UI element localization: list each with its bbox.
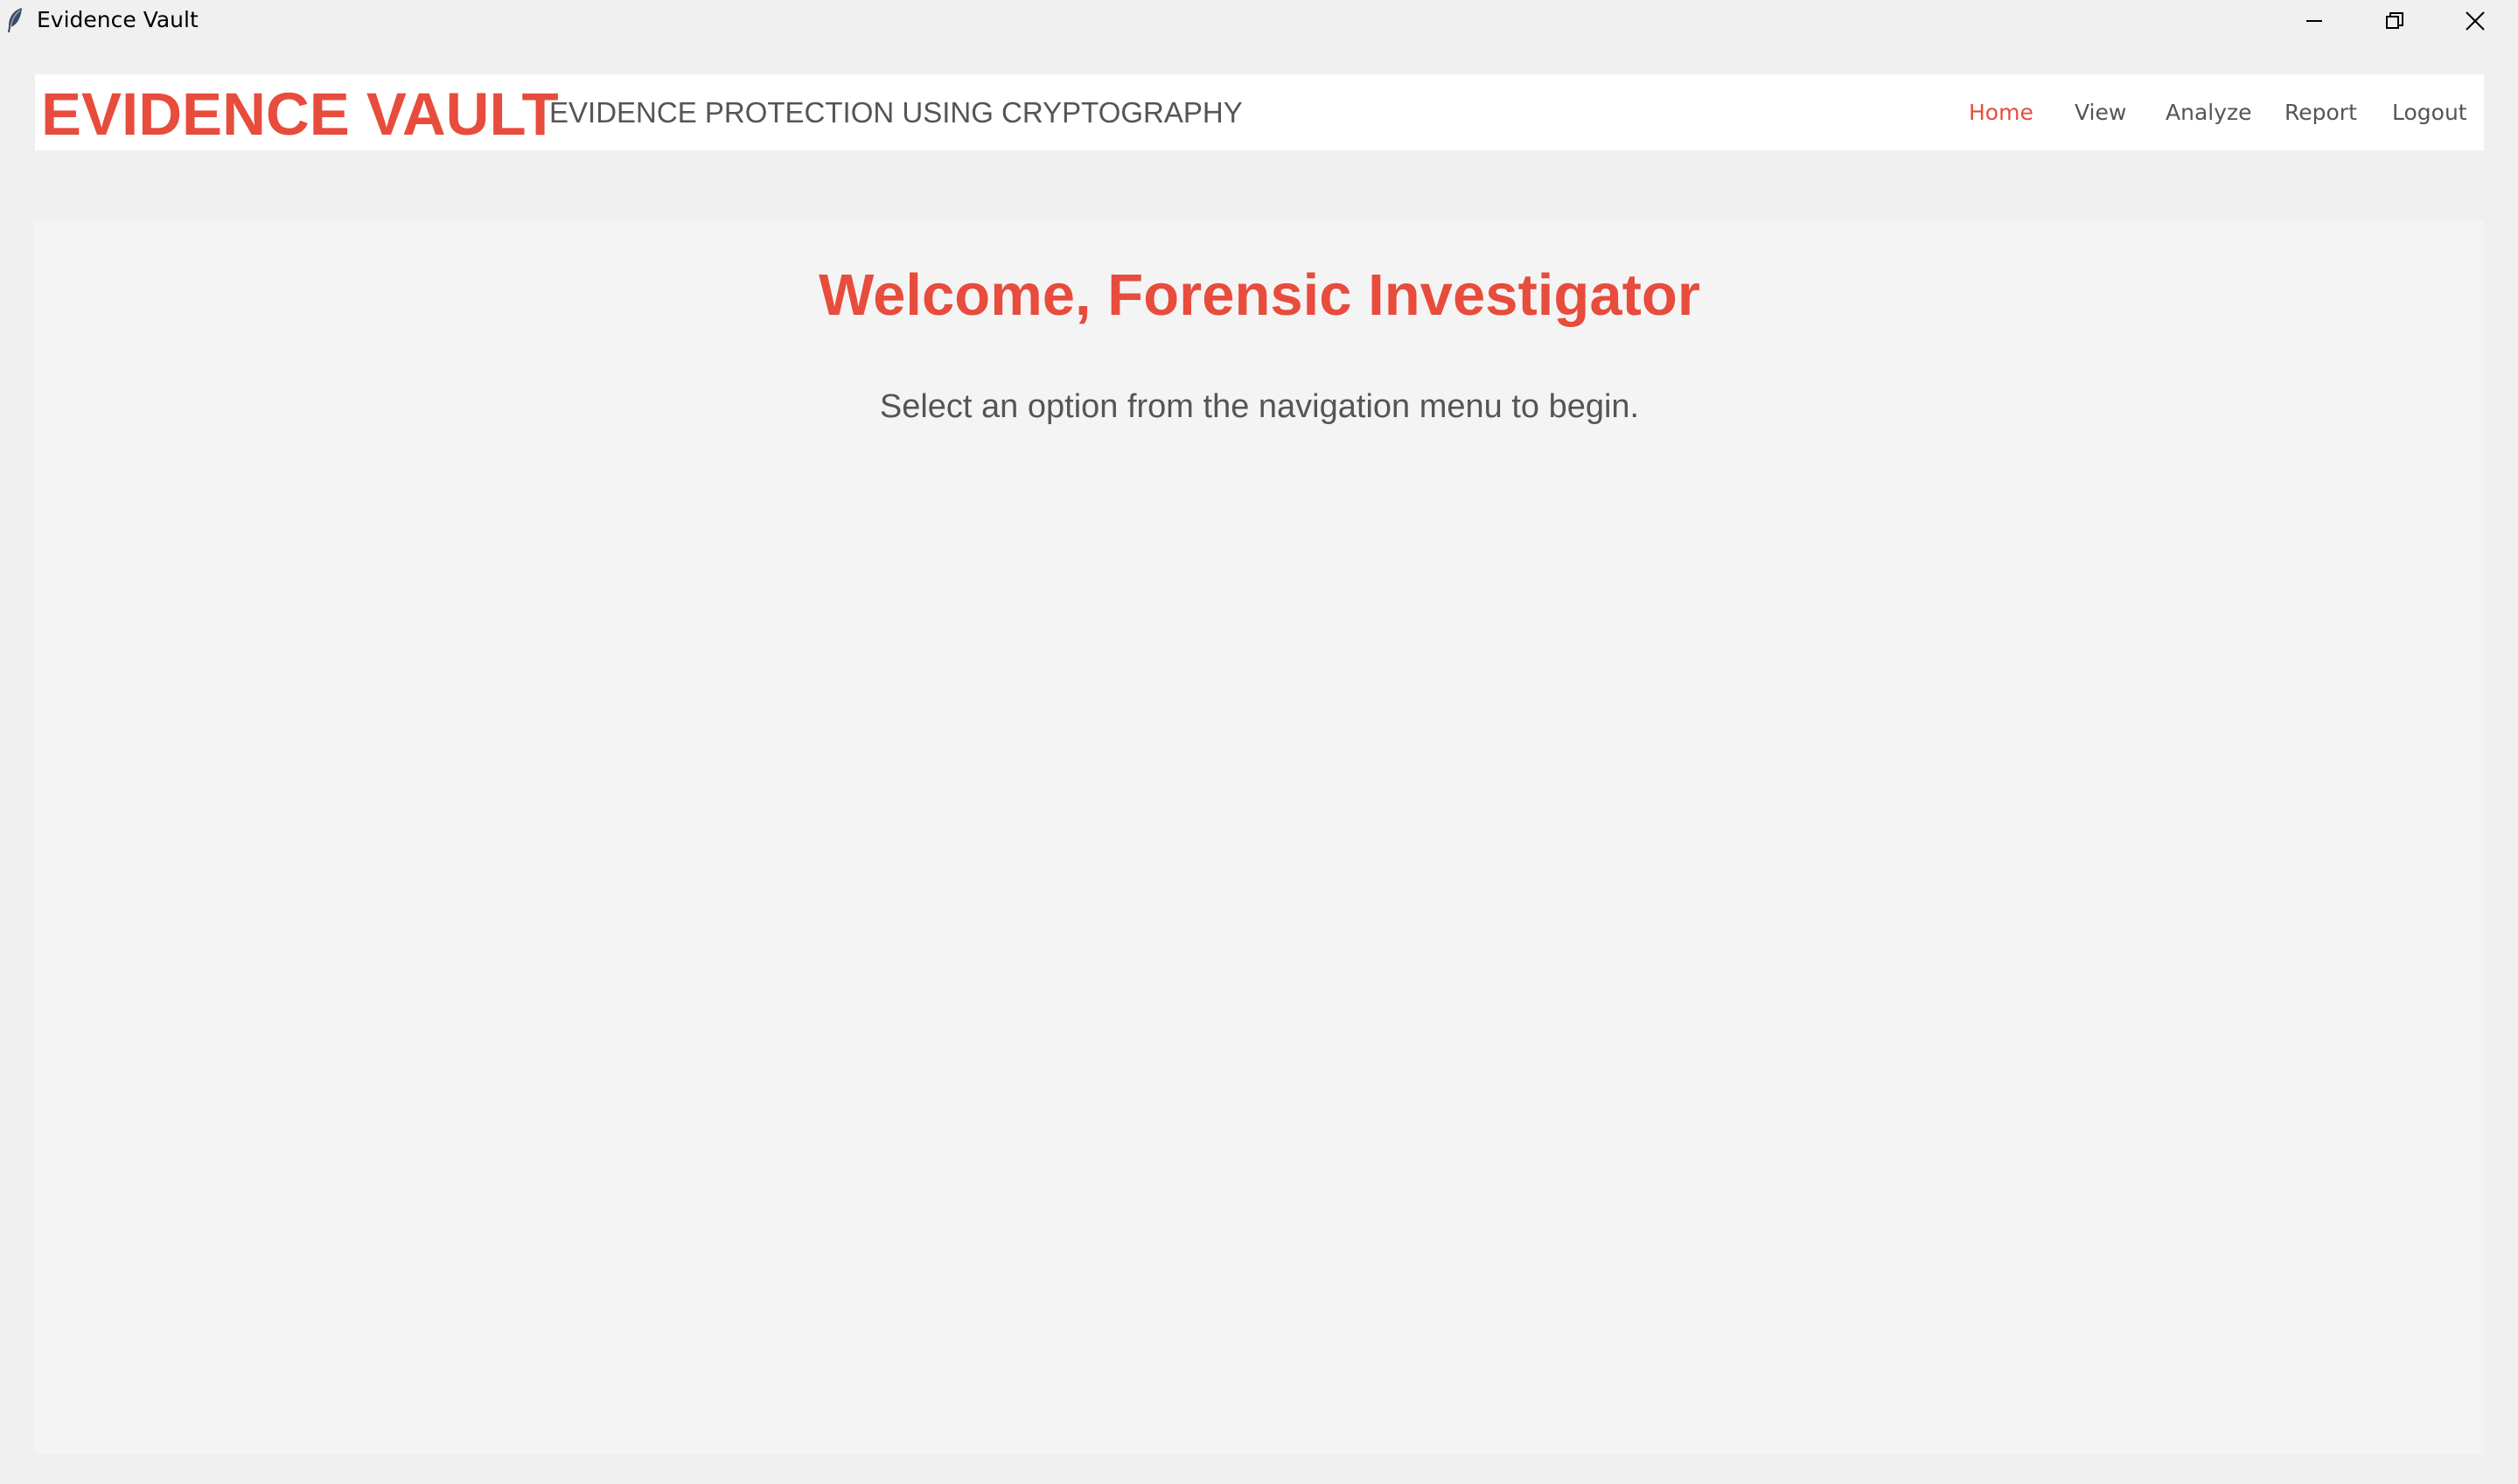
app-header: EVIDENCE VAULT EVIDENCE PROTECTION USING… xyxy=(35,74,2484,150)
nav-item-analyze[interactable]: Analyze xyxy=(2166,95,2252,130)
main-content-panel: Welcome, Forensic Investigator Select an… xyxy=(35,221,2484,1454)
restore-icon xyxy=(2385,11,2404,31)
nav-item-report[interactable]: Report xyxy=(2284,95,2357,130)
nav-item-home[interactable]: Home xyxy=(1969,95,2033,130)
minimize-icon xyxy=(2305,12,2323,30)
brand-tagline: EVIDENCE PROTECTION USING CRYPTOGRAPHY xyxy=(549,96,1243,129)
window-titlebar: Evidence Vault xyxy=(0,0,2518,42)
close-icon xyxy=(2466,11,2485,31)
nav-item-view[interactable]: View xyxy=(2075,95,2126,130)
instruction-text: Select an option from the navigation men… xyxy=(879,388,1640,425)
window-title: Evidence Vault xyxy=(37,7,199,32)
welcome-heading: Welcome, Forensic Investigator xyxy=(819,262,1700,328)
minimize-button[interactable] xyxy=(2274,0,2354,42)
restore-button[interactable] xyxy=(2354,0,2435,42)
close-button[interactable] xyxy=(2435,0,2515,42)
nav-item-logout[interactable]: Logout xyxy=(2392,95,2467,130)
feather-icon xyxy=(5,7,24,33)
brand-title: EVIDENCE VAULT xyxy=(41,80,559,148)
